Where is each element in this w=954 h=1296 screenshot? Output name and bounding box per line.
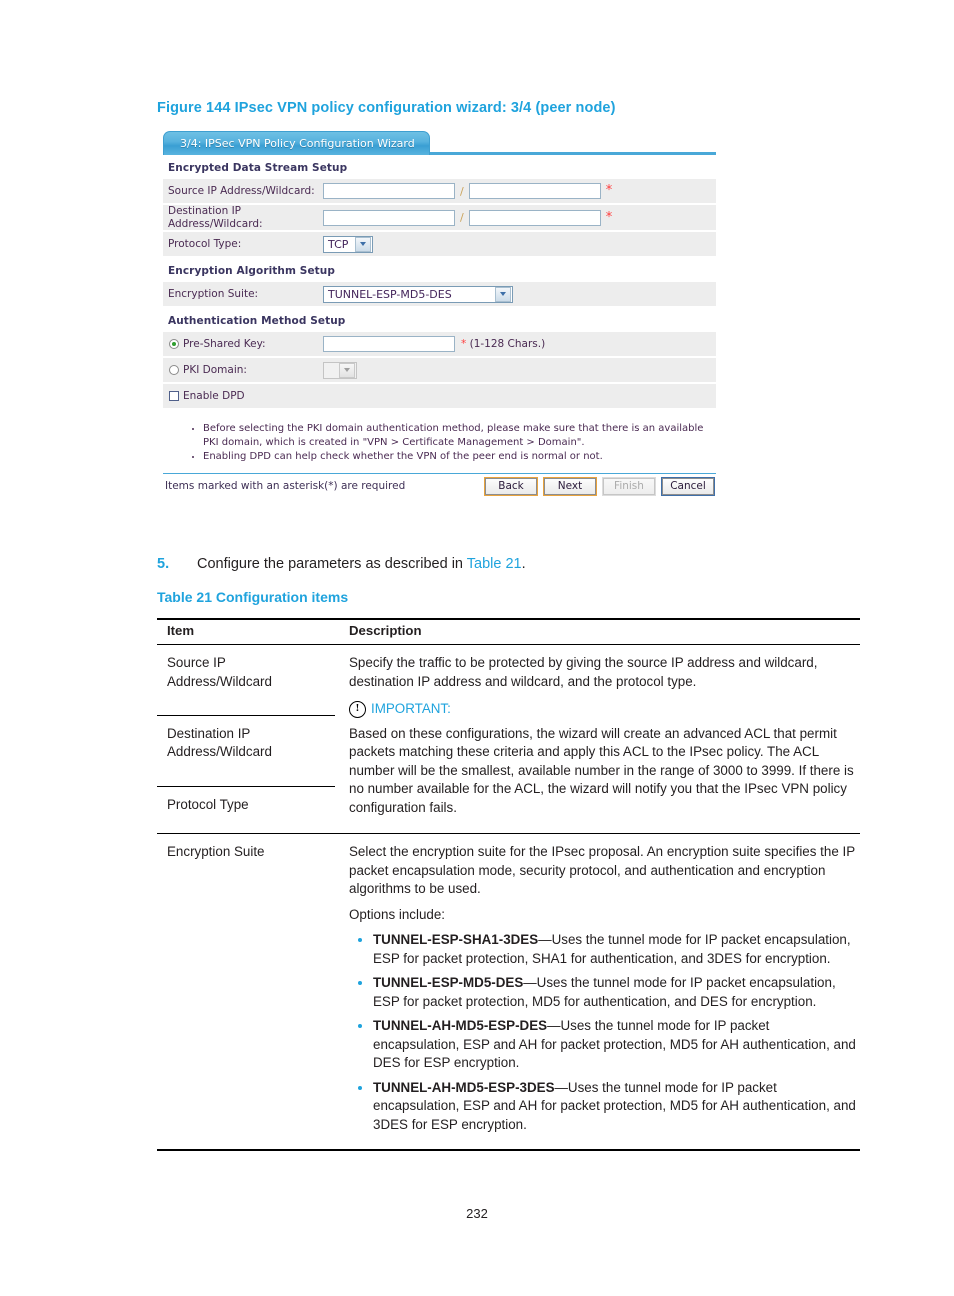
back-button[interactable]: Back bbox=[484, 476, 538, 496]
label-protocol-type: Protocol Type: bbox=[168, 237, 242, 250]
section-encryption-algorithm: Encryption Algorithm Setup bbox=[168, 265, 335, 277]
cell-description-group-2: Select the encryption suite for the IPse… bbox=[335, 833, 860, 1151]
source-separator: / bbox=[460, 184, 464, 198]
option-item: TUNNEL-ESP-SHA1-3DES—Uses the tunnel mod… bbox=[373, 931, 856, 968]
chevron-down-icon bbox=[495, 286, 511, 302]
finish-button: Finish bbox=[602, 476, 656, 496]
label-pre-shared-key-group[interactable]: Pre-Shared Key: bbox=[163, 338, 323, 351]
option-item: TUNNEL-AH-MD5-ESP-3DES—Uses the tunnel m… bbox=[373, 1079, 856, 1135]
table-header-row: Item Description bbox=[157, 618, 860, 645]
checkbox-enable-dpd[interactable] bbox=[169, 391, 179, 401]
cell-item-source-ip: Source IP Address/Wildcard bbox=[157, 644, 335, 716]
row-pki-domain: PKI Domain: bbox=[163, 358, 716, 382]
document-page: Figure 144 IPsec VPN policy configuratio… bbox=[0, 0, 954, 1296]
tab-ipsec-vpn-wizard[interactable]: 3/4: IPSec VPN Policy Configuration Wiza… bbox=[163, 131, 430, 155]
cell-item-protocol-type: Protocol Type bbox=[157, 786, 335, 835]
label-pki-domain: PKI Domain: bbox=[183, 363, 247, 376]
description-intro: Specify the traffic to be protected by g… bbox=[349, 655, 818, 689]
destination-required-asterisk: * bbox=[605, 209, 613, 225]
radio-pki-domain[interactable] bbox=[169, 365, 179, 375]
pre-shared-key-input[interactable] bbox=[323, 336, 455, 352]
option-item: TUNNEL-ESP-MD5-DES—Uses the tunnel mode … bbox=[373, 974, 856, 1011]
table-row: Encryption Suite Select the encryption s… bbox=[157, 833, 860, 1151]
radio-pre-shared-key[interactable] bbox=[169, 339, 179, 349]
option-name: TUNNEL-AH-MD5-ESP-DES bbox=[373, 1018, 548, 1033]
required-note: Items marked with an asterisk(*) are req… bbox=[165, 480, 406, 492]
section-encrypted-data-stream: Encrypted Data Stream Setup bbox=[168, 162, 348, 174]
table-caption: Table 21 Configuration items bbox=[157, 589, 349, 605]
wizard-button-group: Back Next Finish Cancel bbox=[484, 476, 716, 496]
label-source-ip: Source IP Address/Wildcard: bbox=[168, 184, 315, 197]
configuration-items-table: Item Description Source IP Address/Wildc… bbox=[157, 618, 860, 1151]
chevron-down-icon bbox=[355, 236, 371, 252]
option-name: TUNNEL-ESP-SHA1-3DES bbox=[373, 932, 539, 947]
next-button[interactable]: Next bbox=[543, 476, 597, 496]
label-pre-shared-key: Pre-Shared Key: bbox=[183, 337, 266, 350]
source-required-asterisk: * bbox=[605, 183, 613, 198]
row-pre-shared-key: Pre-Shared Key: * (1-128 Chars.) bbox=[163, 332, 716, 356]
row-source-ip: Source IP Address/Wildcard: / * bbox=[163, 179, 716, 203]
protocol-type-value: TCP bbox=[328, 237, 349, 251]
row-protocol-type: Protocol Type: TCP bbox=[163, 232, 716, 256]
option-name: TUNNEL-AH-MD5-ESP-3DES bbox=[373, 1079, 555, 1095]
pre-shared-key-hint: * (1-128 Chars.) bbox=[461, 338, 546, 350]
table-row: Source IP Address/Wildcard Specify the t… bbox=[157, 644, 860, 815]
wizard-note: Enabling DPD can help check whether the … bbox=[203, 450, 716, 464]
important-callout: ! IMPORTANT: bbox=[349, 700, 856, 719]
cell-description-group-1: Specify the traffic to be protected by g… bbox=[335, 645, 860, 834]
table-21-link[interactable]: Table 21 bbox=[467, 556, 522, 572]
column-header-description: Description bbox=[335, 618, 860, 645]
row-encryption-suite: Encryption Suite: TUNNEL-ESP-MD5-DES bbox=[163, 282, 716, 306]
destination-ip-input[interactable] bbox=[323, 209, 455, 226]
page-number: 232 bbox=[466, 1206, 488, 1221]
pki-domain-select[interactable] bbox=[323, 361, 357, 379]
protocol-type-select[interactable]: TCP bbox=[323, 235, 373, 253]
label-pki-domain-group[interactable]: PKI Domain: bbox=[163, 364, 323, 377]
cancel-button[interactable]: Cancel bbox=[661, 476, 715, 496]
destination-separator: / bbox=[460, 211, 464, 224]
important-label: IMPORTANT: bbox=[371, 701, 451, 716]
encryption-intro: Select the encryption suite for the IPse… bbox=[349, 844, 855, 896]
column-header-item: Item bbox=[157, 618, 335, 645]
encryption-suite-value: TUNNEL-ESP-MD5-DES bbox=[328, 287, 452, 301]
step-5: 5. Configure the parameters as described … bbox=[157, 556, 526, 572]
encryption-options-list: TUNNEL-ESP-SHA1-3DES—Uses the tunnel mod… bbox=[349, 931, 856, 1134]
source-wildcard-input[interactable] bbox=[468, 183, 601, 199]
section-authentication-method: Authentication Method Setup bbox=[168, 315, 346, 327]
source-ip-input[interactable] bbox=[323, 183, 455, 199]
option-item: TUNNEL-AH-MD5-ESP-DES—Uses the tunnel mo… bbox=[373, 1017, 856, 1073]
label-destination-ip: Destination IP Address/Wildcard: bbox=[168, 205, 263, 230]
encryption-suite-select[interactable]: TUNNEL-ESP-MD5-DES bbox=[323, 285, 513, 303]
cell-item-destination-ip: Destination IP Address/Wildcard bbox=[157, 715, 335, 787]
step-text-after: . bbox=[521, 556, 526, 572]
label-enable-dpd-group[interactable]: Enable DPD bbox=[163, 390, 323, 403]
option-name: TUNNEL-ESP-MD5-DES bbox=[373, 975, 524, 990]
row-destination-ip: Destination IP Address/Wildcard: / * bbox=[163, 205, 716, 230]
pre-shared-key-hint-text: (1-128 Chars.) bbox=[469, 338, 546, 350]
wizard-footer: Items marked with an asterisk(*) are req… bbox=[163, 472, 716, 496]
important-body: Based on these configurations, the wizar… bbox=[349, 725, 854, 815]
wizard-screenshot: 3/4: IPSec VPN Policy Configuration Wiza… bbox=[163, 131, 716, 496]
wizard-note: Before selecting the PKI domain authenti… bbox=[203, 422, 716, 449]
label-enable-dpd: Enable DPD bbox=[183, 389, 245, 402]
row-enable-dpd: Enable DPD bbox=[163, 384, 716, 408]
figure-caption: Figure 144 IPsec VPN policy configuratio… bbox=[157, 100, 616, 116]
exclamation-icon: ! bbox=[349, 700, 366, 718]
chevron-down-icon bbox=[339, 362, 355, 378]
wizard-notes: Before selecting the PKI domain authenti… bbox=[163, 410, 716, 471]
cell-item-encryption-suite: Encryption Suite bbox=[157, 833, 335, 1151]
wizard-tabstrip: 3/4: IPSec VPN Policy Configuration Wiza… bbox=[163, 131, 716, 155]
step-text-before: Configure the parameters as described in bbox=[197, 556, 467, 572]
step-number: 5. bbox=[157, 556, 170, 572]
options-label: Options include: bbox=[349, 906, 446, 922]
destination-wildcard-input[interactable] bbox=[468, 209, 601, 226]
label-encryption-suite: Encryption Suite: bbox=[168, 287, 259, 300]
